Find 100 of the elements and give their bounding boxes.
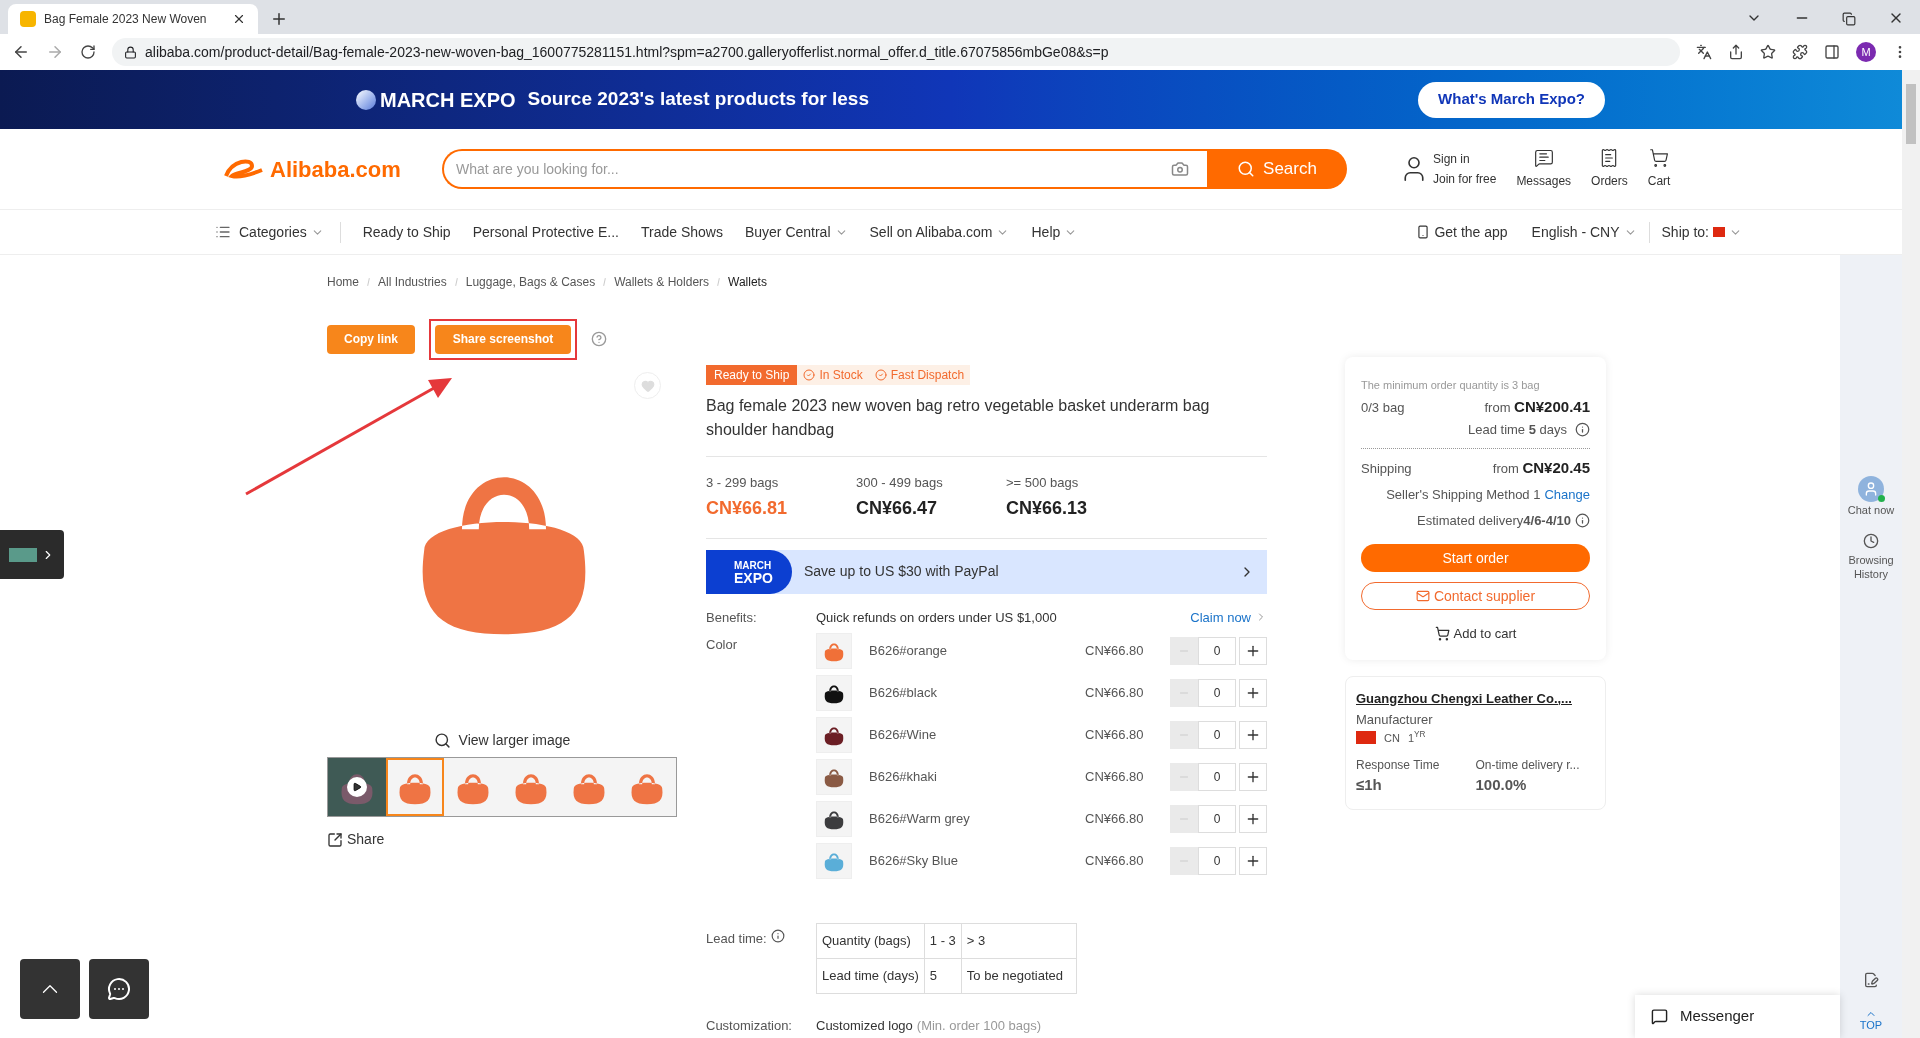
quantity-input[interactable]: 0 [1198,679,1236,707]
color-swatch[interactable] [816,675,852,711]
color-label: Color [706,636,739,654]
nav-link[interactable]: Buyer Central [744,221,848,243]
sign-in-link[interactable]: Sign in [1433,149,1497,169]
lock-icon [124,45,137,59]
logo-text: Alibaba.com [270,155,401,184]
back-icon[interactable] [12,43,30,61]
share-icon[interactable] [1728,44,1744,60]
variant-price: CN¥66.80 [1085,726,1145,745]
join-link[interactable]: Join for free [1433,169,1497,189]
restore-icon[interactable] [1842,12,1856,26]
thumbnail[interactable] [618,758,676,816]
thumbnail[interactable] [444,758,502,816]
play-icon [347,777,367,797]
side-panel-icon[interactable] [1824,44,1840,60]
browser-tab[interactable]: Bag Female 2023 New Woven [8,4,258,34]
quantity-range: 300 - 499 bags [856,474,944,492]
table-cell: To be negotiated [961,958,1077,994]
change-link[interactable]: Change [1544,485,1590,505]
nav-link[interactable]: Ready to Ship [362,221,451,243]
increase-button[interactable] [1239,805,1267,833]
messenger-bar[interactable]: Messenger [1635,995,1840,1038]
nav-link[interactable]: Trade Shows [640,221,723,243]
variant-price: CN¥66.80 [1085,852,1145,871]
quantity-input[interactable]: 0 [1198,805,1236,833]
nav-link[interactable]: Sell on Alibaba.com [869,221,1010,243]
site-icon [20,11,36,27]
variant-price: CN¥66.80 [1085,768,1145,787]
table-cell: 1 - 3 [924,923,962,959]
supplier-type: Manufacturer [1356,711,1434,729]
clock-icon [1863,532,1879,549]
increase-button[interactable] [1239,637,1267,665]
nav-link[interactable]: Help [1031,221,1078,243]
increase-button[interactable] [1239,679,1267,707]
breadcrumb-link[interactable]: All Industries [378,273,447,291]
breadcrumb-link[interactable]: Home [327,273,359,291]
supplier-name-link[interactable]: Guangzhou Chengxi Leather Co.,... [1356,688,1595,708]
address-bar[interactable]: alibaba.com/product-detail/Bag-female-2023-new-woven-bag_1600775281151.html?spm=a2700.galleryofferlist.normal_offer.d_title.67075856mbGe08&s=p [112,38,1680,66]
camera-icon[interactable] [1171,160,1189,178]
increase-button[interactable] [1239,763,1267,791]
nav-link[interactable]: Personal Protective E... [472,221,619,243]
benefits-text: Quick refunds on orders under US $1,000 [816,608,1058,627]
quantity-input[interactable]: 0 [1198,721,1236,749]
message-icon [1533,148,1554,168]
banner-button[interactable]: What's March Expo? [1418,81,1605,118]
shipping-method: Seller's Shipping Method 1 [1386,486,1541,504]
quantity-input[interactable]: 0 [1198,847,1236,875]
lead-time-label: Lead time: [706,923,816,994]
color-swatch[interactable] [816,843,852,879]
breadcrumb-link[interactable]: Wallets & Holders [614,273,710,291]
quantity-input[interactable]: 0 [1198,637,1236,665]
search-field[interactable]: What are you looking for... [442,149,1207,189]
variant-name: B626#Sky Blue [869,852,959,871]
header-action[interactable]: Messages [1516,148,1572,190]
shipping-price: from CN¥20.45 [1492,457,1590,478]
bookmark-icon[interactable] [1760,44,1776,60]
benefits-label: Benefits: [706,608,758,627]
ship-to-selector[interactable]: Ship to: [1661,221,1742,243]
increase-button[interactable] [1239,721,1267,749]
share-link[interactable]: Share [327,829,385,850]
variant-name: B626#khaki [869,768,938,787]
reload-icon[interactable] [80,44,96,60]
breadcrumb-link[interactable]: Luggage, Bags & Cases [465,273,596,291]
profile-avatar[interactable]: M [1856,42,1876,62]
back-to-top-button[interactable]: TOP [1859,1008,1883,1030]
message-icon [1651,1008,1668,1025]
chat-now-button[interactable]: Chat now [1847,476,1895,519]
new-tab-icon[interactable] [270,10,288,28]
paypal-promo-bar[interactable]: MARCH EXPO Save up to US $30 with PayPal [706,549,1267,594]
get-app-link[interactable]: Get the app [1434,221,1508,243]
color-swatch[interactable] [816,759,852,795]
color-swatch[interactable] [816,801,852,837]
side-tab[interactable] [0,530,64,579]
video-thumbnail[interactable] [328,758,386,816]
color-swatch[interactable] [816,633,852,669]
language-selector[interactable]: English - CNY [1531,221,1650,243]
phone-icon [1416,225,1431,239]
thumbnail[interactable] [386,758,444,816]
categories-menu[interactable]: Categories [239,221,341,243]
quantity-input[interactable]: 0 [1198,763,1236,791]
claim-now-link[interactable]: Claim now [1190,607,1267,627]
view-larger-link[interactable]: View larger image [433,729,571,751]
translate-icon[interactable] [1696,44,1712,60]
browsing-history-button[interactable]: Browsing History [1840,532,1902,581]
header-action[interactable]: Cart [1647,148,1671,190]
color-swatch[interactable] [816,717,852,753]
extensions-icon[interactable] [1792,44,1808,60]
breadcrumb-link[interactable]: Wallets [728,273,767,291]
close-icon[interactable] [232,12,246,26]
search-icon [433,731,451,749]
header-action[interactable]: Orders [1591,148,1628,190]
stat-value: 100.0% [1475,775,1528,795]
info-icon [1575,422,1590,438]
add-to-cart-link[interactable]: Add to cart [1434,624,1517,644]
chat-button[interactable] [89,959,149,1019]
feedback-icon[interactable] [1863,972,1879,988]
increase-button[interactable] [1239,847,1267,875]
help-icon[interactable] [591,331,607,347]
stat-label: Response Time [1356,757,1441,774]
